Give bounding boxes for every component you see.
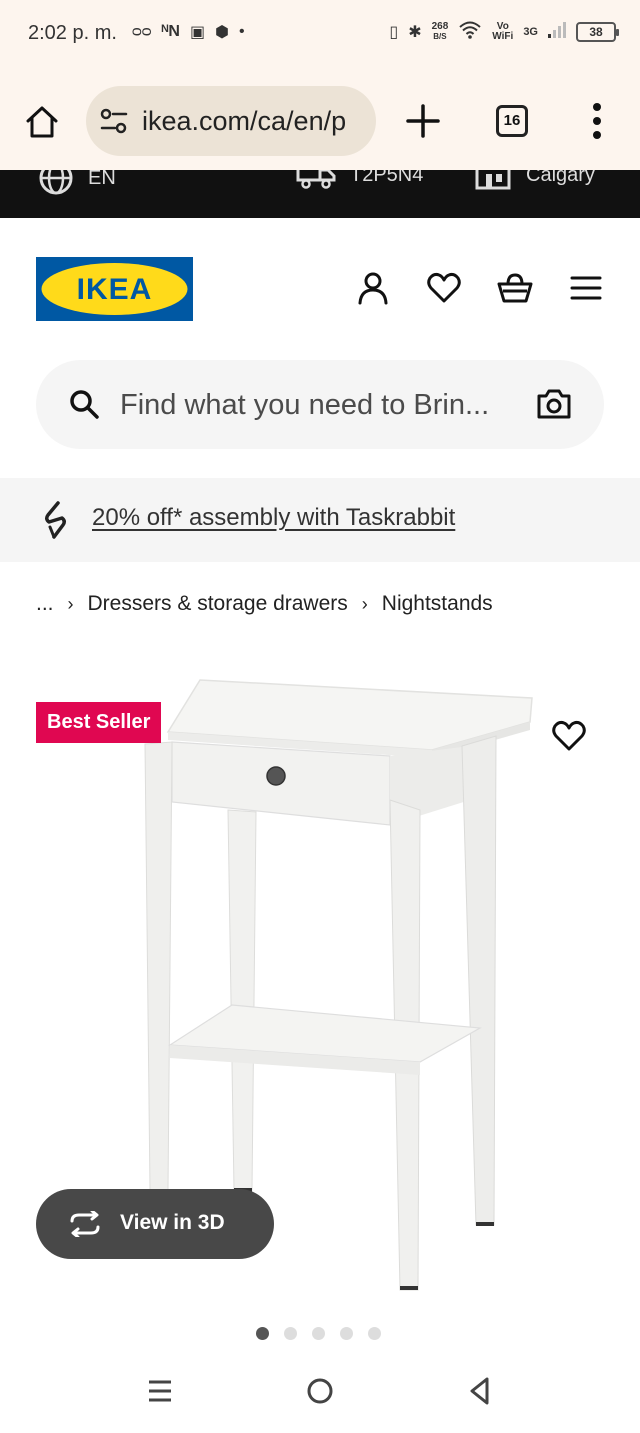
store-label: Calgary	[526, 170, 595, 186]
back-icon[interactable]	[463, 1374, 497, 1408]
hamburger-menu-icon[interactable]	[568, 270, 604, 306]
status-time: 2:02 p. m.	[28, 22, 117, 44]
breadcrumb-item-nightstands[interactable]: Nightstands	[382, 592, 493, 616]
language-label: EN	[88, 170, 116, 189]
vowifi-bottom: WiFi	[492, 30, 514, 42]
vibrate-icon: ▯	[389, 23, 399, 41]
chevron-right-icon: ›	[67, 593, 74, 614]
address-bar[interactable]: ikea.com/ca/en/p	[86, 86, 376, 156]
language-selector[interactable]: EN	[38, 170, 116, 196]
home-icon[interactable]	[24, 104, 60, 140]
gallery-dot-4[interactable]	[340, 1327, 353, 1340]
more-dot-icon: •	[239, 23, 245, 40]
new-tab-icon[interactable]	[404, 102, 442, 140]
notification-icons: ᴑᴑ ᴺN ▣ ⬢ •	[132, 22, 245, 42]
more-options-icon[interactable]	[590, 102, 604, 140]
view-in-3d-button[interactable]: View in 3D	[36, 1189, 274, 1259]
net-speed-unit: B/S	[433, 31, 447, 41]
location-icon: ⬢	[215, 24, 230, 41]
shopping-bag-icon[interactable]	[497, 270, 533, 306]
nfc-icon: ᴺN	[161, 23, 180, 40]
favorites-icon[interactable]	[426, 270, 462, 306]
app-notification-icon: ▣	[189, 24, 206, 41]
promo-banner: 20% off* assembly with Taskrabbit	[0, 478, 640, 562]
network-type: 3G	[523, 25, 538, 38]
postal-code-label: T2P5N4	[350, 170, 424, 186]
logo-graphic: IKEA	[41, 263, 188, 315]
recent-apps-icon[interactable]	[143, 1374, 177, 1408]
breadcrumb-item-dressers[interactable]: Dressers & storage drawers	[88, 592, 348, 616]
best-seller-badge: Best Seller	[36, 702, 162, 743]
breadcrumb-ellipsis[interactable]: ...	[36, 592, 54, 616]
camera-search-icon[interactable]	[536, 388, 572, 420]
vowifi-top: Vo	[496, 20, 509, 32]
voicemail-icon: ᴑᴑ	[132, 23, 152, 40]
promo-link[interactable]: 20% off* assembly with Taskrabbit	[92, 504, 455, 532]
site-settings-icon[interactable]	[100, 108, 128, 134]
system-navigation-bar	[0, 1360, 640, 1433]
account-icon[interactable]	[355, 270, 391, 306]
system-icons: ▯ ✱ 268 B/S Vo WiFi 3G 38	[389, 20, 619, 43]
vowifi-indicator: Vo WiFi	[492, 20, 514, 42]
globe-icon	[39, 170, 73, 195]
tab-switcher-button[interactable]: 16	[496, 105, 528, 137]
delivery-truck-icon	[296, 170, 336, 189]
url-text[interactable]: ikea.com/ca/en/p	[142, 106, 366, 137]
store-icon	[475, 170, 511, 190]
add-to-favorites-icon[interactable]	[552, 720, 586, 752]
taskrabbit-icon	[44, 501, 67, 539]
browser-toolbar: ikea.com/ca/en/p 16	[0, 72, 640, 170]
net-speed: 268 B/S	[431, 20, 449, 42]
search-icon[interactable]	[68, 388, 100, 420]
net-speed-value: 268	[431, 20, 449, 32]
logo-text: IKEA	[77, 273, 153, 306]
gallery-pagination	[256, 1327, 381, 1340]
battery-indicator: 38	[576, 21, 619, 42]
breadcrumb: ... › Dressers & storage drawers › Night…	[36, 592, 493, 616]
product-gallery[interactable]: Best Seller View in 3D	[0, 650, 640, 1310]
status-bar: 2:02 p. m. ᴑᴑ ᴺN ▣ ⬢ • ▯ ✱ 268 B/S Vo Wi…	[0, 0, 640, 72]
wifi-icon	[458, 20, 482, 43]
chevron-right-icon: ›	[361, 593, 368, 614]
gallery-dot-3[interactable]	[312, 1327, 325, 1340]
rotate-3d-icon	[70, 1211, 100, 1237]
ikea-logo[interactable]: IKEA	[36, 257, 193, 321]
home-button-icon[interactable]	[303, 1374, 337, 1408]
view-in-3d-label: View in 3D	[120, 1211, 225, 1234]
search-input[interactable]	[120, 386, 520, 424]
gallery-dot-2[interactable]	[284, 1327, 297, 1340]
search-bar[interactable]	[36, 360, 604, 449]
store-selector[interactable]: Calgary	[474, 170, 595, 190]
location-bar: EN T2P5N4 Calgary	[0, 170, 640, 218]
gallery-dot-5[interactable]	[368, 1327, 381, 1340]
signal-icon	[548, 22, 566, 41]
bluetooth-icon: ✱	[408, 23, 422, 41]
gallery-dot-1[interactable]	[256, 1327, 269, 1340]
postal-code-selector[interactable]: T2P5N4	[296, 170, 423, 190]
